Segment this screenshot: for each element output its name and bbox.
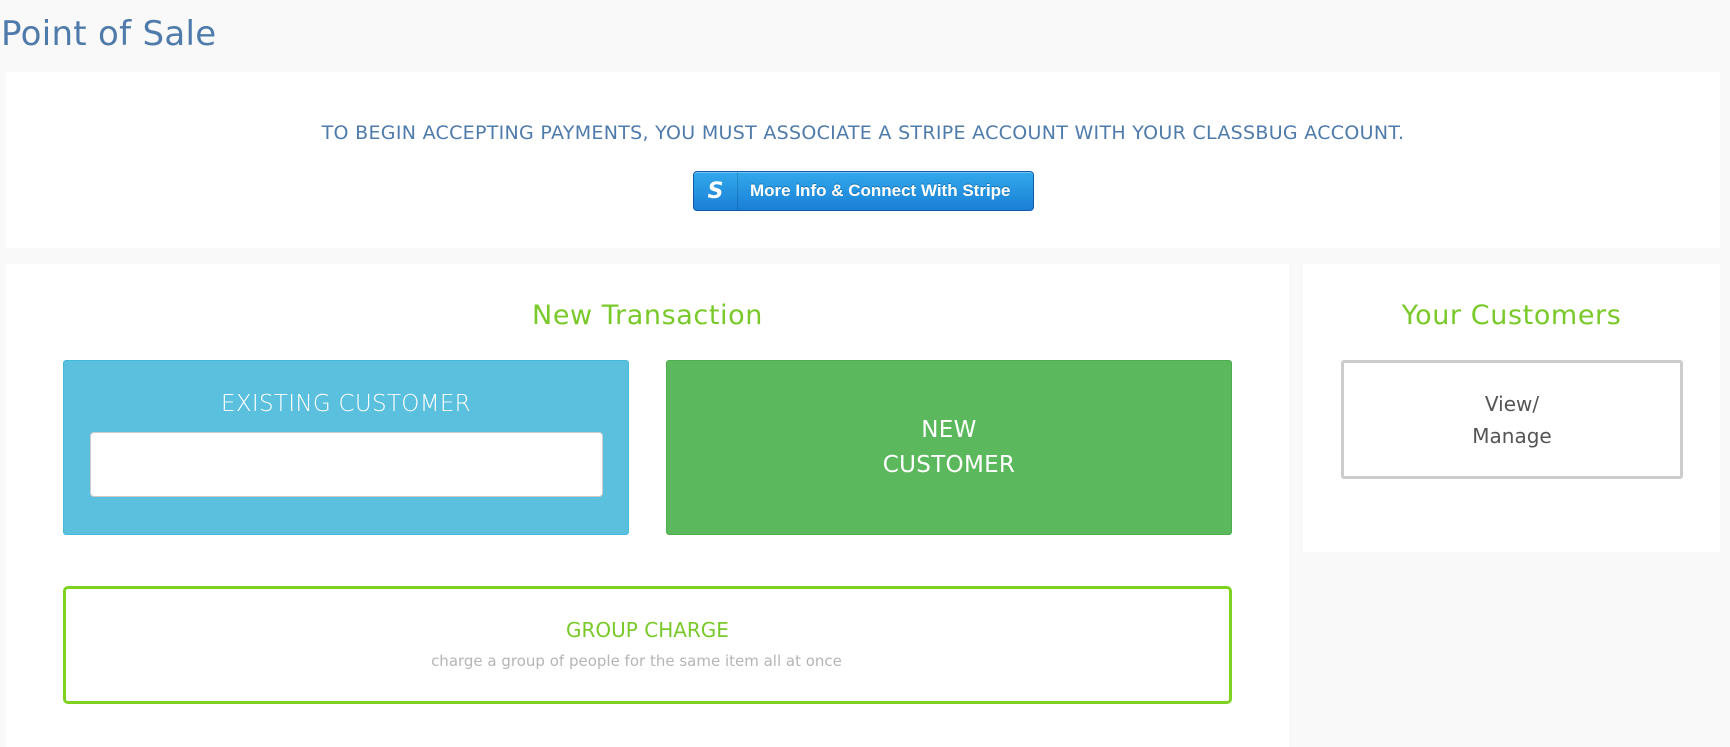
existing-customer-tile: EXISTING CUSTOMER (63, 360, 629, 535)
new-transaction-title: New Transaction (532, 300, 763, 331)
existing-customer-label: EXISTING CUSTOMER (221, 391, 471, 417)
group-charge-button[interactable]: GROUP CHARGE charge a group of people fo… (63, 586, 1232, 704)
your-customers-panel: Your Customers View/ Manage (1303, 264, 1720, 552)
your-customers-title: Your Customers (1401, 300, 1622, 331)
existing-customer-search-input[interactable] (90, 432, 603, 497)
connect-stripe-label: More Info & Connect With Stripe (750, 181, 1011, 200)
view-manage-customers-button[interactable]: View/ Manage (1341, 360, 1683, 479)
stripe-notice-panel: TO BEGIN ACCEPTING PAYMENTS, YOU MUST AS… (6, 72, 1720, 248)
new-transaction-panel: New Transaction EXISTING CUSTOMER NEW CU… (6, 264, 1289, 747)
page-title: Point of Sale (1, 14, 217, 54)
stripe-s-glyph: S (707, 178, 724, 204)
stripe-notice-message: TO BEGIN ACCEPTING PAYMENTS, YOU MUST AS… (321, 122, 1405, 144)
new-customer-label: NEW CUSTOMER (882, 416, 1016, 478)
group-charge-title: GROUP CHARGE (566, 618, 729, 642)
connect-stripe-button[interactable]: S More Info & Connect With Stripe (693, 171, 1034, 211)
group-charge-description: charge a group of people for the same it… (431, 652, 842, 670)
view-manage-label: View/ Manage (1472, 391, 1552, 448)
stripe-s-icon: S (694, 172, 738, 210)
new-customer-button[interactable]: NEW CUSTOMER (666, 360, 1232, 535)
